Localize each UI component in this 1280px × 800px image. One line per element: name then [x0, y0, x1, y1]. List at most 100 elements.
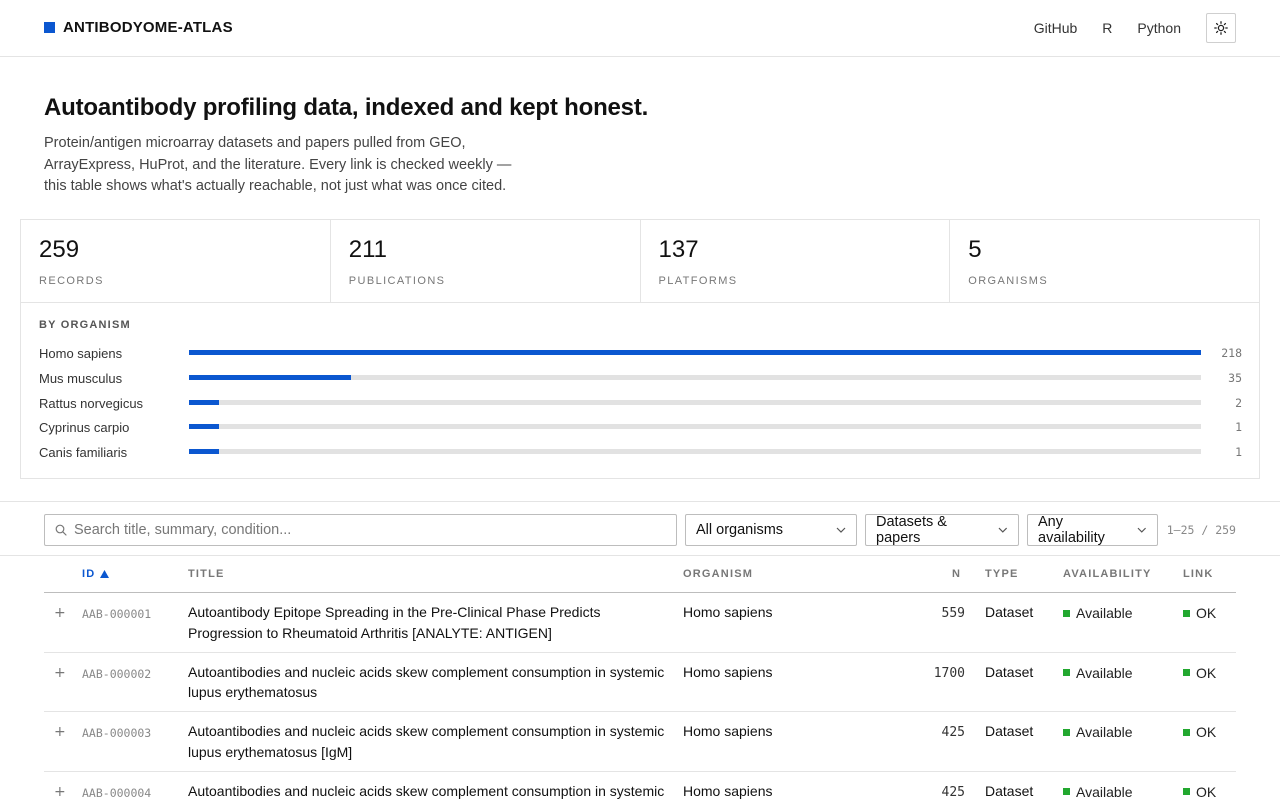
organism-name: Homo sapiens — [39, 346, 123, 361]
chevron-down-icon — [998, 527, 1008, 533]
top-bar: ANTIBODYOME-ATLAS GitHub R Python — [0, 0, 1280, 57]
record-link-status[interactable]: OK — [1183, 663, 1216, 684]
column-header-link[interactable]: LINK — [1183, 568, 1213, 580]
record-id: AAB-000004 — [82, 785, 152, 800]
record-link-status[interactable]: OK — [1183, 722, 1216, 743]
organism-count: 1 — [1235, 420, 1242, 434]
organism-bar-track — [189, 350, 1201, 355]
record-availability: Available — [1063, 603, 1133, 624]
sort-ascending-icon — [100, 570, 110, 578]
stat-value: 211 — [348, 236, 388, 263]
table-row: + AAB-000002 Autoantibodies and nucleic … — [44, 653, 1236, 712]
sun-icon — [1214, 21, 1228, 35]
expand-row-button[interactable]: + — [54, 603, 66, 624]
page-subtitle: Protein/antigen microarray datasets and … — [44, 135, 512, 194]
nav-link-python[interactable]: Python — [1137, 13, 1181, 43]
column-header-id[interactable]: ID — [82, 568, 110, 580]
stat-platforms: 137 PLATFORMS — [641, 220, 951, 302]
organism-bar-track — [189, 375, 1201, 380]
stat-label: RECORDS — [39, 275, 104, 287]
search-input[interactable] — [74, 522, 664, 538]
organism-row-canis-familiaris[interactable]: Canis familiaris 1 — [39, 443, 1242, 463]
stats-panel: 259 RECORDS 211 PUBLICATIONS 137 PLATFOR… — [20, 219, 1260, 303]
record-n: 425 — [941, 784, 965, 800]
record-organism: Homo sapiens — [683, 723, 773, 739]
organism-bar — [189, 449, 219, 454]
type-select[interactable]: Datasets & papers — [865, 514, 1019, 546]
table-row: + AAB-000003 Autoantibodies and nucleic … — [44, 712, 1236, 772]
status-dot-icon — [1183, 788, 1190, 796]
record-link-status[interactable]: OK — [1183, 603, 1216, 624]
stat-label: PLATFORMS — [658, 275, 738, 287]
brand[interactable]: ANTIBODYOME-ATLAS — [44, 19, 233, 36]
availability-select-value: Any availability — [1038, 514, 1105, 546]
status-dot-icon — [1063, 788, 1070, 796]
organism-name: Canis familiaris — [39, 445, 128, 460]
record-organism: Homo sapiens — [683, 782, 773, 799]
chevron-down-icon — [836, 527, 846, 533]
organism-bar — [189, 375, 351, 380]
availability-select[interactable]: Any availability — [1027, 514, 1158, 546]
records-table: ID TITLE ORGANISM N TYPE AVAILABILITY LI… — [44, 557, 1236, 800]
organism-row-homo-sapiens[interactable]: Homo sapiens 218 — [39, 344, 1242, 364]
organism-select[interactable]: All organisms — [685, 514, 857, 546]
record-availability: Available — [1063, 782, 1133, 800]
organism-name: Cyprinus carpio — [39, 420, 130, 435]
brand-logo-icon — [44, 22, 55, 33]
record-id: AAB-000002 — [82, 666, 152, 681]
record-n: 559 — [941, 606, 965, 621]
organism-bar — [189, 424, 219, 429]
type-select-value: Datasets & papers — [876, 514, 947, 546]
table-row: + AAB-000001 Autoantibody Epitope Spread… — [44, 593, 1236, 653]
record-link-status[interactable]: OK — [1183, 782, 1216, 800]
expand-row-button[interactable]: + — [54, 722, 66, 743]
search-box[interactable] — [44, 514, 677, 546]
column-header-n[interactable]: N — [952, 568, 961, 580]
status-dot-icon — [1183, 609, 1190, 617]
organism-count: 218 — [1221, 346, 1242, 360]
stat-records: 259 RECORDS — [21, 220, 331, 302]
record-n: 425 — [941, 725, 965, 740]
expand-row-button[interactable]: + — [54, 663, 66, 684]
stat-value: 5 — [968, 236, 982, 263]
nav-link-r[interactable]: R — [1102, 13, 1112, 43]
stat-label: PUBLICATIONS — [348, 275, 446, 287]
theme-toggle-button[interactable] — [1206, 13, 1236, 43]
organism-row-cyprinus-carpio[interactable]: Cyprinus carpio 1 — [39, 418, 1242, 438]
page-title: Autoantibody profiling data, indexed and… — [44, 94, 649, 121]
record-title[interactable]: Autoantibodies and nucleic acids skew co… — [188, 662, 668, 703]
status-dot-icon — [1063, 609, 1070, 617]
organism-name: Mus musculus — [39, 371, 123, 386]
organism-row-mus-musculus[interactable]: Mus musculus 35 — [39, 369, 1242, 389]
organism-bar-track — [189, 449, 1201, 454]
search-icon — [55, 524, 67, 536]
column-header-availability[interactable]: AVAILABILITY — [1063, 568, 1152, 580]
record-id: AAB-000001 — [82, 607, 152, 621]
organism-bar — [189, 400, 219, 405]
record-title[interactable]: Autoantibodies and nucleic acids skew co… — [188, 721, 668, 762]
organism-row-rattus-norvegicus[interactable]: Rattus norvegicus 2 — [39, 394, 1242, 414]
record-availability: Available — [1063, 722, 1133, 743]
record-organism: Homo sapiens — [683, 663, 773, 680]
status-dot-icon — [1183, 669, 1190, 677]
column-header-organism[interactable]: ORGANISM — [683, 568, 753, 580]
column-header-title[interactable]: TITLE — [188, 568, 225, 580]
record-title[interactable]: Autoantibodies and nucleic acids skew co… — [188, 781, 668, 800]
column-header-type[interactable]: TYPE — [985, 568, 1019, 580]
top-nav: GitHub R Python — [1034, 13, 1236, 43]
record-type: Dataset — [985, 782, 1034, 799]
expand-row-button[interactable]: + — [54, 782, 66, 800]
organism-count: 35 — [1228, 371, 1242, 385]
organism-select-value: All organisms — [696, 522, 784, 538]
stat-value: 259 — [39, 236, 80, 263]
record-id: AAB-000003 — [82, 726, 152, 740]
nav-link-github[interactable]: GitHub — [1034, 13, 1078, 43]
organism-bar-track — [189, 424, 1201, 429]
record-title[interactable]: Autoantibody Epitope Spreading in the Pr… — [188, 602, 668, 643]
stat-publications: 211 PUBLICATIONS — [331, 220, 641, 302]
stat-organisms: 5 ORGANISMS — [950, 220, 1259, 302]
organism-bar-track — [189, 400, 1201, 405]
status-dot-icon — [1063, 669, 1070, 677]
organism-bar — [189, 350, 1201, 355]
organism-heading: BY ORGANISM — [39, 319, 131, 331]
